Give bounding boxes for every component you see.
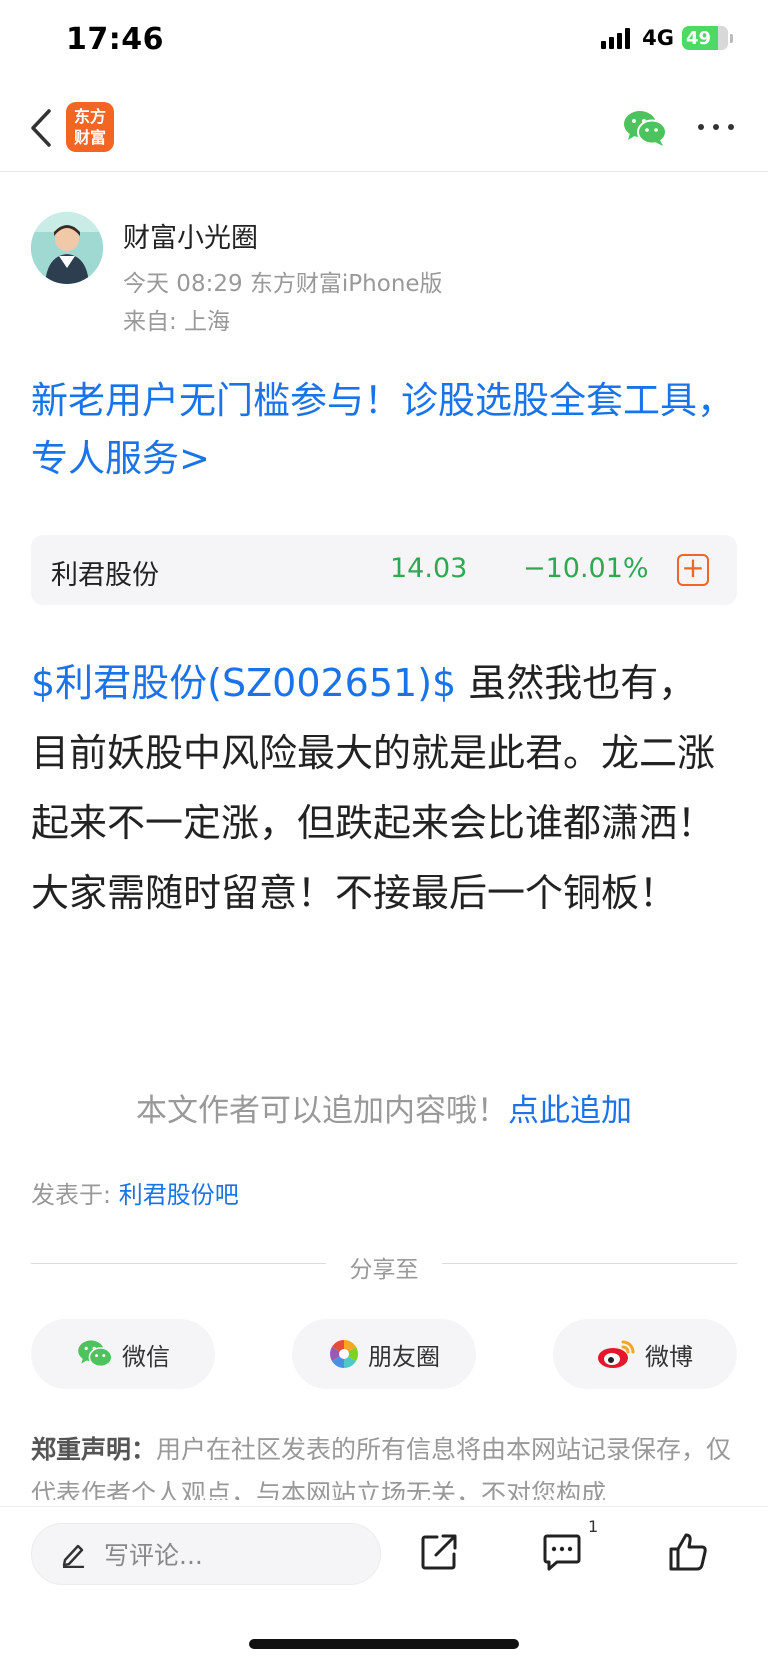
published-in: 发表于: 利君股份吧 [31, 1175, 239, 1210]
add-watchlist-button[interactable]: + [677, 554, 709, 586]
more-dot-icon [728, 124, 734, 130]
more-dot-icon [698, 124, 704, 130]
comment-placeholder: 写评论... [104, 1541, 203, 1570]
more-dot-icon [713, 124, 719, 130]
share-moments-label: 朋友圈 [368, 1342, 440, 1371]
promo-link[interactable]: 新老用户无门槛参与！诊股选股全套工具，专人服务> [31, 372, 741, 488]
weibo-icon [598, 1340, 635, 1368]
append-link[interactable]: 点此追加 [508, 1093, 632, 1129]
share-external-icon [421, 1534, 457, 1570]
stock-card[interactable]: 利君股份 14.03 −10.01% + [31, 535, 737, 605]
app-logo[interactable]: 东方 财富 [66, 102, 114, 152]
share-wechat-label: 微信 [122, 1342, 170, 1371]
published-label: 发表于: [31, 1181, 119, 1209]
forum-link[interactable]: 利君股份吧 [119, 1181, 239, 1209]
disclaimer-title: 郑重声明： [31, 1435, 157, 1464]
author-header: 财富小光圈 今天 08:29 东方财富iPhone版 来自: 上海 [31, 212, 731, 335]
pencil-icon [62, 1544, 84, 1568]
back-button[interactable] [26, 106, 56, 150]
logo-line-1: 东方 [73, 107, 106, 126]
wechat-icon [78, 1340, 113, 1368]
like-button[interactable] [663, 1527, 713, 1577]
append-text: 本文作者可以追加内容哦！ [136, 1093, 508, 1129]
stock-change: −10.01% [523, 553, 649, 584]
author-name[interactable]: 财富小光圈 [123, 216, 258, 255]
post-body: $利君股份(SZ002651)$ 虽然我也有，目前妖股中风险最大的就是此君。龙二… [31, 648, 731, 928]
share-weibo-button[interactable]: 微博 [553, 1319, 737, 1389]
wechat-share-button[interactable] [622, 108, 668, 148]
signal-icon [601, 27, 631, 49]
comments-button[interactable] [537, 1527, 587, 1577]
share-divider: 分享至 [31, 1248, 737, 1283]
share-title: 分享至 [349, 1257, 419, 1283]
share-wechat-button[interactable]: 微信 [31, 1319, 215, 1389]
home-indicator [249, 1639, 519, 1649]
plus-icon: + [681, 551, 705, 584]
disclaimer: 郑重声明：用户在社区发表的所有信息将由本网站记录保存，仅代表作者个人观点，与本网… [31, 1428, 741, 1500]
battery-icon: 49 [682, 26, 733, 50]
share-weibo-label: 微博 [645, 1342, 693, 1371]
moments-icon [330, 1340, 358, 1368]
status-time: 17:46 [66, 22, 164, 57]
network-label: 4G [642, 26, 674, 50]
battery-level: 49 [686, 27, 712, 49]
post-location: 来自: 上海 [123, 309, 231, 335]
chevron-left-icon [31, 109, 51, 147]
stock-name: 利君股份 [51, 560, 159, 591]
stock-price: 14.03 [390, 553, 468, 584]
bottom-toolbar: 写评论... 1 [0, 1506, 768, 1663]
post-meta: 今天 08:29 东方财富iPhone版 [123, 271, 443, 297]
status-bar: 17:46 4G 49 [0, 0, 768, 84]
append-prompt: 本文作者可以追加内容哦！点此追加 [0, 1085, 768, 1130]
nav-bar: 东方 财富 [0, 84, 768, 172]
avatar-image [31, 212, 103, 284]
comment-input[interactable]: 写评论... [31, 1523, 381, 1585]
comment-count-badge: 1 [588, 1517, 599, 1536]
stock-tag-link[interactable]: $利君股份(SZ002651)$ [31, 661, 456, 705]
thumbs-up-icon [669, 1533, 707, 1571]
logo-line-2: 财富 [73, 128, 106, 147]
share-button[interactable] [414, 1527, 464, 1577]
more-button[interactable] [698, 120, 734, 134]
status-indicators: 4G 49 [601, 26, 733, 50]
avatar[interactable] [31, 212, 103, 284]
share-moments-button[interactable]: 朋友圈 [292, 1319, 476, 1389]
wechat-icon [624, 111, 667, 146]
comment-icon [543, 1534, 581, 1571]
